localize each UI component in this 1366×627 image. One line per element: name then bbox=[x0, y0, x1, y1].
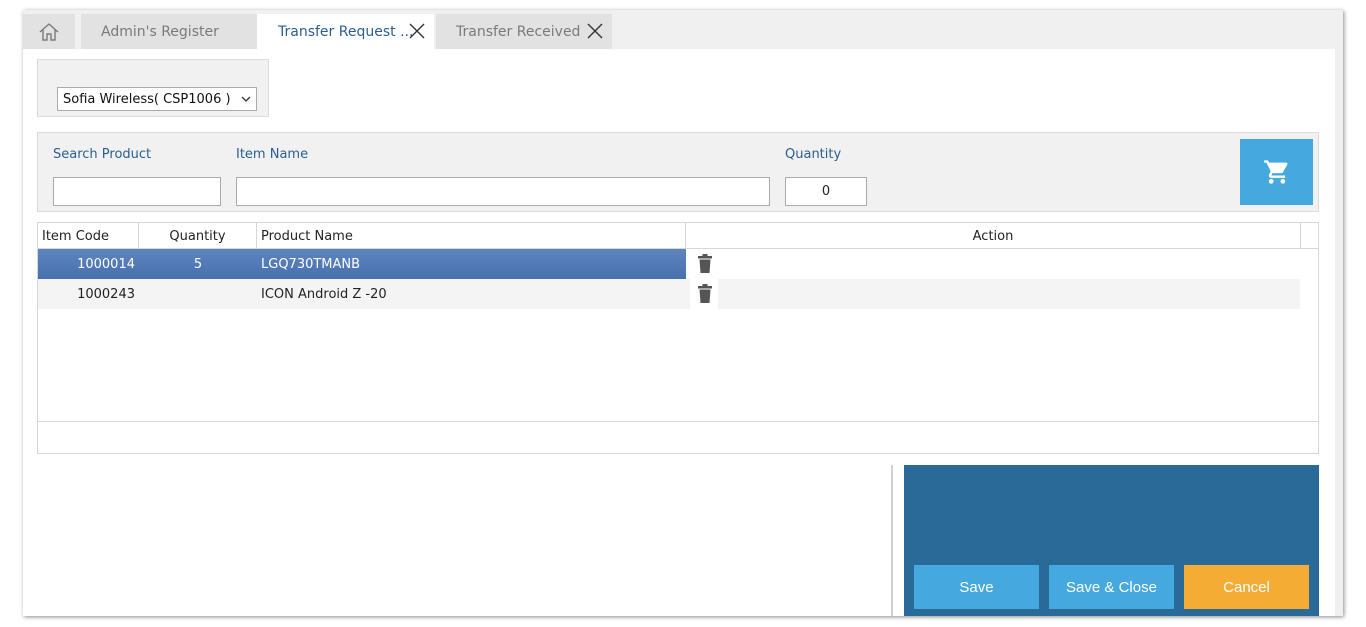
store-selector-panel: Sofia Wireless( CSP1006 ) bbox=[37, 59, 269, 117]
column-label: Action bbox=[972, 228, 1014, 244]
search-product-label: Search Product bbox=[53, 147, 152, 162]
quantity-cell bbox=[139, 279, 257, 309]
add-to-cart-button[interactable] bbox=[1240, 139, 1313, 205]
tab-home[interactable] bbox=[23, 14, 75, 49]
chevron-down-icon bbox=[241, 93, 251, 103]
column-header-product-name[interactable]: Product Name bbox=[257, 223, 686, 249]
tab-transfer-request[interactable]: Transfer Request ... bbox=[257, 14, 434, 49]
column-header-item-code[interactable]: Item Code bbox=[38, 223, 139, 249]
column-label: Quantity bbox=[169, 228, 226, 244]
tab-bar: Admin's Register Transfer Request ... Tr… bbox=[23, 10, 1343, 49]
quantity-label: Quantity bbox=[785, 147, 842, 162]
main-content: Sofia Wireless( CSP1006 ) Search Product… bbox=[23, 49, 1335, 616]
tab-admins-register[interactable]: Admin's Register bbox=[81, 14, 257, 49]
tab-transfer-received[interactable]: Transfer Received bbox=[436, 14, 612, 49]
transfer-items-grid: Item Code Quantity Product Name Action 1… bbox=[37, 222, 1319, 454]
item-code-cell: 1000014 bbox=[77, 256, 135, 272]
grid-header: Item Code Quantity Product Name Action bbox=[38, 223, 1318, 249]
search-product-input[interactable] bbox=[53, 177, 221, 206]
product-name-cell: LGQ730TMANB bbox=[261, 256, 361, 272]
tab-label: Transfer Received bbox=[456, 23, 581, 40]
column-header-action[interactable]: Action bbox=[686, 223, 1301, 249]
product-search-panel: Search Product Item Name Quantity 0 bbox=[37, 132, 1319, 212]
store-dropdown-value: Sofia Wireless( CSP1006 ) bbox=[63, 91, 231, 107]
quantity-cell: 5 bbox=[193, 256, 203, 272]
column-label: Product Name bbox=[261, 228, 353, 244]
cancel-button[interactable]: Cancel bbox=[1184, 565, 1309, 609]
product-name-cell: ICON Android Z -20 bbox=[261, 286, 387, 302]
table-row[interactable]: 1000243 ICON Android Z -20 bbox=[38, 279, 1300, 309]
summary-panel: Save Save & Close Cancel bbox=[904, 465, 1319, 616]
panel-divider bbox=[891, 465, 893, 616]
column-header-quantity[interactable]: Quantity bbox=[139, 223, 257, 249]
grid-footer-divider bbox=[38, 421, 1318, 422]
tab-label: Admin's Register bbox=[101, 23, 219, 40]
quantity-input[interactable]: 0 bbox=[785, 177, 867, 206]
close-icon[interactable] bbox=[586, 22, 604, 40]
save-close-button[interactable]: Save & Close bbox=[1049, 565, 1174, 609]
table-row[interactable]: 1000014 5 LGQ730TMANB bbox=[38, 249, 1300, 279]
item-code-cell: 1000243 bbox=[77, 286, 135, 302]
close-icon[interactable] bbox=[408, 22, 426, 40]
item-name-label: Item Name bbox=[236, 147, 309, 162]
trash-icon[interactable] bbox=[697, 284, 713, 304]
store-dropdown[interactable]: Sofia Wireless( CSP1006 ) bbox=[57, 87, 257, 111]
column-label: Item Code bbox=[42, 228, 110, 244]
cart-icon bbox=[1263, 158, 1291, 186]
app-window: Admin's Register Transfer Request ... Tr… bbox=[23, 10, 1343, 616]
home-icon bbox=[38, 22, 60, 42]
trash-icon[interactable] bbox=[697, 254, 713, 274]
save-button[interactable]: Save bbox=[914, 565, 1039, 609]
scroll-gutter bbox=[1335, 49, 1343, 616]
item-name-input[interactable] bbox=[236, 177, 770, 206]
tab-label: Transfer Request ... bbox=[278, 23, 414, 40]
row-background bbox=[718, 279, 1300, 309]
